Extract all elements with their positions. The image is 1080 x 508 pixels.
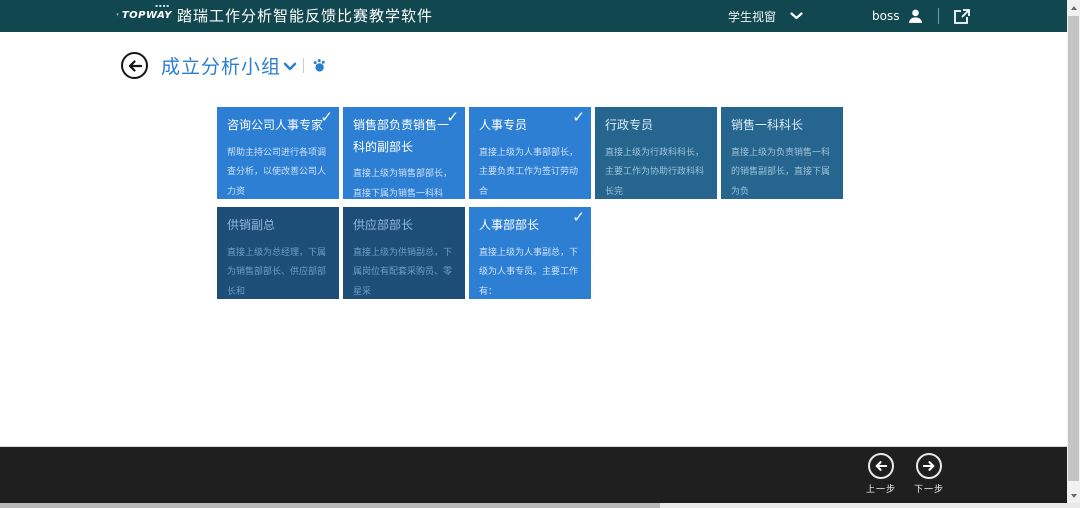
- share-export-icon[interactable]: [953, 8, 971, 25]
- check-icon: ✓: [320, 108, 333, 126]
- job-card-supply-dept-head[interactable]: 供应部部长 直接上级为供销副总，下属岗位有配套采购员、零星采: [343, 207, 465, 299]
- job-card-sales-vice-director[interactable]: ✓ 销售部负责销售一科的副部长 直接上级为销售部部长，直接下属为销售一科科长，主: [343, 107, 465, 199]
- scroll-up-arrow[interactable]: [1067, 0, 1080, 15]
- check-icon: ✓: [572, 108, 585, 126]
- job-card-desc: 直接上级为销售部部长，直接下属为销售一科科长，主: [353, 165, 455, 199]
- app-title: 踏瑞工作分析智能反馈比赛教学软件: [177, 0, 433, 32]
- next-step-label: 下一步: [914, 482, 944, 495]
- viewport-dropdown[interactable]: 学生视窗: [728, 0, 803, 32]
- topway-logo: ▪▪▪▪ TOPWAY: [116, 3, 172, 29]
- job-card-title: 咨询公司人事专家: [227, 115, 329, 137]
- job-card-title: 人事部部长: [479, 215, 581, 237]
- user-icon[interactable]: [907, 8, 924, 25]
- hint-paw-icon[interactable]: [312, 58, 327, 73]
- title-divider: [303, 58, 304, 73]
- job-card-hr-specialist[interactable]: ✓ 人事专员 直接上级为人事部部长，主要负责工作为签订劳动合: [469, 107, 591, 199]
- user-cluster: boss: [872, 0, 971, 32]
- footer-bar: 上一步 下一步: [0, 446, 1067, 503]
- arrow-left-icon: [874, 460, 888, 472]
- job-card-title: 销售部负责销售一科的副部长: [353, 115, 455, 158]
- step-buttons: 上一步 下一步: [862, 453, 948, 495]
- back-button[interactable]: [121, 52, 148, 79]
- check-icon: ✓: [572, 208, 585, 226]
- horizontal-scrollbar-thumb[interactable]: [0, 503, 660, 508]
- title-chevron-down-icon[interactable]: [283, 62, 297, 71]
- chevron-down-icon: [790, 12, 803, 20]
- arrow-left-icon: [127, 59, 143, 73]
- arrow-right-icon: [922, 460, 936, 472]
- prev-step-button[interactable]: 上一步: [862, 453, 900, 495]
- prev-step-label: 上一步: [866, 482, 896, 495]
- next-step-button[interactable]: 下一步: [910, 453, 948, 495]
- job-card-desc: 直接上级为行政科科长，主要工作为协助行政科科长完: [605, 144, 707, 199]
- scroll-down-arrow[interactable]: [1067, 488, 1080, 503]
- horizontal-scrollbar[interactable]: [0, 503, 1080, 508]
- job-card-title: 人事专员: [479, 115, 581, 137]
- job-card-title: 销售一科科长: [731, 115, 833, 137]
- viewport-dropdown-label: 学生视窗: [728, 8, 776, 25]
- job-card-desc: 直接上级为人事副总，下级为人事专员。主要工作有：: [479, 244, 581, 299]
- job-card-desc: 帮助主持公司进行各项调查分析，以使改善公司人力资: [227, 144, 329, 199]
- job-card-title: 供应部部长: [353, 215, 455, 237]
- job-card-sales-section-chief[interactable]: 销售一科科长 直接上级为负责销售一科的销售副部长，直接下属为负: [721, 107, 843, 199]
- job-card-title: 供销副总: [227, 215, 329, 237]
- app-header: ▪▪▪▪ TOPWAY 踏瑞工作分析智能反馈比赛教学软件 学生视窗 boss: [0, 0, 1067, 32]
- job-card-desc: 直接上级为负责销售一科的销售副部长，直接下属为负: [731, 144, 833, 199]
- job-card-admin-specialist[interactable]: 行政专员 直接上级为行政科科长，主要工作为协助行政科科长完: [595, 107, 717, 199]
- title-row: 成立分析小组: [0, 46, 1080, 86]
- logo-wing-icon: [116, 9, 121, 21]
- job-card-consultant-expert[interactable]: ✓ 咨询公司人事专家 帮助主持公司进行各项调查分析，以使改善公司人力资: [217, 107, 339, 199]
- vertical-scrollbar-thumb[interactable]: [1068, 16, 1079, 481]
- job-card-supply-sales-vp[interactable]: 供销副总 直接上级为总经理，下属为销售部部长、供应部部长和: [217, 207, 339, 299]
- job-card-title: 行政专员: [605, 115, 707, 137]
- job-card-desc: 直接上级为总经理，下属为销售部部长、供应部部长和: [227, 244, 329, 299]
- job-card-hr-dept-head[interactable]: ✓ 人事部部长 直接上级为人事副总，下级为人事专员。主要工作有：: [469, 207, 591, 299]
- job-card-desc: 直接上级为供销副总，下属岗位有配套采购员、零星采: [353, 244, 455, 299]
- job-card-desc: 直接上级为人事部部长，主要负责工作为签订劳动合: [479, 144, 581, 199]
- username-label[interactable]: boss: [872, 9, 899, 23]
- vertical-scrollbar[interactable]: [1067, 0, 1080, 503]
- page-title: 成立分析小组: [161, 52, 281, 79]
- header-divider: [938, 8, 939, 24]
- logo-word: TOPWAY: [122, 10, 172, 21]
- check-icon: ✓: [446, 108, 459, 126]
- job-cards-grid: ✓ 咨询公司人事专家 帮助主持公司进行各项调查分析，以使改善公司人力资 ✓ 销售…: [217, 107, 843, 299]
